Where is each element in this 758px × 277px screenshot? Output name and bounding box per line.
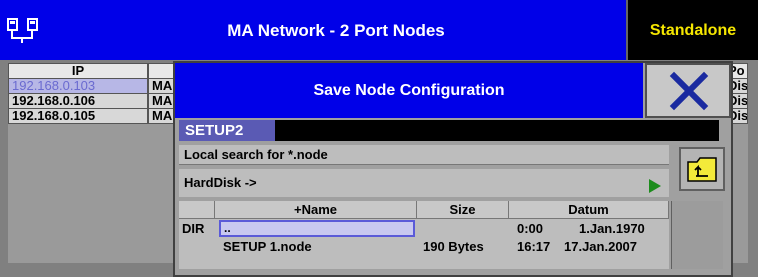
date-header[interactable]: Datum	[509, 201, 669, 219]
table-row[interactable]: 192.168.0.103	[8, 79, 148, 94]
title-bar: MA Network - 2 Port Nodes Standalone	[0, 0, 758, 60]
table-row[interactable]: 192.168.0.106	[8, 94, 148, 109]
row-date: 17.Jan.2007	[564, 239, 638, 254]
filename-input[interactable]: SETUP2	[179, 120, 719, 141]
dialog-title: Save Node Configuration	[175, 63, 643, 118]
window-title: MA Network - 2 Port Nodes	[227, 21, 445, 40]
search-label: Local search for *.node	[179, 145, 669, 165]
filename-value[interactable]: SETUP2	[179, 120, 275, 141]
row-type: DIR	[182, 221, 205, 236]
app-window: MA Network - 2 Port Nodes Standalone IP …	[0, 0, 758, 277]
list-item[interactable]: SETUP 1.node	[223, 238, 312, 255]
folder-up-button[interactable]	[679, 147, 725, 191]
mode-badge[interactable]: Standalone	[626, 0, 758, 60]
file-list: +Name Size Datum DIR .. 0:00 1.Jan.1970 …	[179, 201, 669, 269]
type-header[interactable]	[179, 201, 215, 219]
row-time: 16:17	[517, 239, 551, 254]
file-list-scrollbar[interactable]	[671, 201, 723, 269]
table-row[interactable]: 192.168.0.105	[8, 109, 148, 124]
folder-up-icon	[687, 157, 717, 182]
name-header[interactable]	[148, 63, 174, 79]
size-header[interactable]: Size	[417, 201, 509, 219]
play-icon[interactable]	[649, 179, 661, 193]
close-button[interactable]	[645, 63, 731, 118]
row-name: ..	[224, 221, 231, 235]
list-item[interactable]: ..	[219, 220, 415, 237]
row-time: 0:00	[517, 221, 544, 236]
close-icon	[669, 71, 709, 111]
ip-header[interactable]: IP	[8, 63, 148, 79]
row-date: 1.Jan.1970	[579, 221, 645, 236]
table-cell[interactable]: MA	[148, 79, 174, 94]
drive-selector[interactable]: HardDisk ->	[179, 169, 669, 197]
save-node-dialog: Save Node Configuration SETUP2 Local sea…	[173, 61, 733, 277]
row-size: 190 Bytes	[423, 239, 484, 254]
name-column: MA MA MA	[148, 63, 174, 124]
table-cell[interactable]: MA	[148, 109, 174, 124]
table-cell[interactable]: MA	[148, 94, 174, 109]
ip-column: IP 192.168.0.103 192.168.0.106 192.168.0…	[8, 63, 148, 124]
name-header[interactable]: +Name	[215, 201, 417, 219]
